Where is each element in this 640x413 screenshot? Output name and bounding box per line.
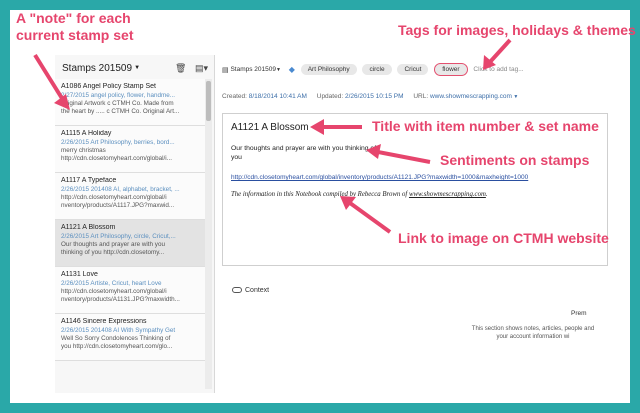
note-item-date: 2/26/2015: [61, 139, 90, 146]
note-item-line: http://cdn.closetomyheart.com/global/i: [61, 194, 167, 201]
annotation-title: Title with item number & set name: [372, 118, 599, 134]
credit-end: .: [485, 191, 488, 198]
trash-icon[interactable]: 🗑: [175, 63, 186, 73]
note-list-item[interactable]: A1146 Sincere Expressions 2/26/2015 20140…: [55, 314, 205, 361]
note-editor-panel: ▤ Stamps 201509 ▼ ◆ Art Philosophy circl…: [216, 55, 610, 393]
view-options-icon[interactable]: ▤▾: [195, 63, 208, 73]
chevron-down-icon: ▼: [511, 94, 519, 100]
note-item-line: Original Artwork c CTMH Co. Made from: [61, 100, 174, 107]
created-value[interactable]: 8/18/2014 10:41 AM: [249, 93, 307, 100]
note-item-line: thinking of you http://cdn.closetomy...: [61, 249, 165, 256]
note-link[interactable]: http://cdn.closetomyheart.com/global/inv…: [231, 174, 528, 181]
annotation-line: A "note" for each: [16, 10, 131, 26]
annotation-note-per-set: A "note" for each current stamp set: [16, 10, 133, 44]
note-item-line: http://cdn.closetomyheart.com/global/i: [61, 288, 167, 295]
notebook-name: Stamps 201509: [62, 63, 133, 74]
note-list-item[interactable]: A1121 A Blossom 2/26/2015 Art Philosophy,…: [55, 220, 205, 267]
tag-chip[interactable]: flower: [434, 63, 468, 76]
url-value[interactable]: www.showmescrapping.com: [430, 93, 512, 100]
context-section[interactable]: Context: [232, 287, 269, 294]
tag-chip[interactable]: Cricut: [397, 64, 429, 75]
note-item-title: A1117 A Typeface: [61, 177, 117, 184]
credit-mid: compiled by Rebecca Brown of: [322, 191, 409, 198]
note-item-line: http://cdn.closetomyheart.com/global/i..…: [61, 155, 172, 162]
note-item-snippet: 2/26/2015 Art Philosophy, circle, Cricut…: [61, 233, 199, 257]
note-item-snippet: 2/26/2015 Artiste, Cricut, heart Love htt…: [61, 280, 199, 304]
note-item-line: you http://cdn.closetomyheart.com/glo...: [61, 343, 173, 350]
scroll-thumb[interactable]: [206, 81, 211, 121]
note-item-title: A1115 A Holiday: [61, 130, 112, 137]
note-item-tags: Art Philosophy, circle, Cricut,...: [90, 233, 176, 240]
annotation-tags: Tags for images, holidays & themes: [398, 22, 636, 38]
note-item-tags: Artiste, Cricut, heart Love: [90, 280, 162, 287]
note-list-panel: Stamps 201509 ▼ 🗑 ▤▾ A1086 Angel Policy S…: [55, 55, 215, 393]
note-item-title: A1086 Angel Policy Stamp Set: [61, 83, 156, 90]
note-item-date: 2/26/2015: [61, 186, 90, 193]
note-item-tags: 201408 AI With Sympathy Get: [90, 327, 176, 334]
note-body[interactable]: Our thoughts and prayer are with you thi…: [231, 144, 381, 162]
note-item-snippet: 2/26/2015 201408 AI With Sympathy Get Wel…: [61, 327, 199, 351]
notebook-selector[interactable]: Stamps 201509 ▼: [62, 63, 140, 74]
note-list: A1086 Angel Policy Stamp Set 2/27/2015 an…: [55, 79, 205, 361]
add-tag-input[interactable]: Click to add tag...: [473, 66, 523, 73]
annotation-link: Link to image on CTMH website: [398, 230, 609, 246]
chevron-down-icon: ▼: [275, 66, 281, 73]
note-list-item[interactable]: A1086 Angel Policy Stamp Set 2/27/2015 an…: [55, 79, 205, 126]
note-item-date: 2/26/2015: [61, 327, 90, 334]
note-list-item[interactable]: A1117 A Typeface 2/26/2015 201408 AI, alp…: [55, 173, 205, 220]
note-metadata: Created: 8/18/2014 10:41 AM Updated: 2/2…: [222, 93, 518, 100]
context-label: Context: [245, 287, 270, 294]
note-item-snippet: 2/27/2015 angel policy, flower, handme..…: [61, 92, 199, 116]
note-item-line: the heart by ..... c CTMH Co. Original A…: [61, 108, 180, 115]
url-label: URL:: [413, 93, 429, 100]
note-list-item[interactable]: A1131 Love 2/26/2015 Artiste, Cricut, hea…: [55, 267, 205, 314]
annotation-line: current stamp set: [16, 27, 134, 43]
premium-label: Prem: [571, 310, 587, 317]
tag-chip[interactable]: circle: [362, 64, 392, 75]
notebook-icon: ▤: [222, 66, 229, 74]
note-item-tags: Art Philosophy, berries, bord...: [90, 139, 175, 146]
note-item-title: A1146 Sincere Expressions: [61, 318, 147, 325]
note-list-item[interactable]: A1115 A Holiday 2/26/2015 Art Philosophy,…: [55, 126, 205, 173]
note-toolbar: ▤ Stamps 201509 ▼ ◆ Art Philosophy circl…: [222, 63, 524, 77]
credit-site-link[interactable]: www.showmescrapping.com: [409, 191, 486, 198]
note-item-line: merry christmas: [61, 147, 106, 154]
annotation-sentiments: Sentiments on stamps: [440, 152, 590, 168]
credit-prefix: The information in this Notebook: [231, 191, 323, 198]
note-item-line: nventory/products/A1117.JPG?maxwid...: [61, 202, 175, 209]
tag-icon: ◆: [288, 65, 295, 74]
note-item-snippet: 2/26/2015 Art Philosophy, berries, bord.…: [61, 139, 199, 163]
scrollbar[interactable]: [205, 79, 212, 389]
chevron-down-icon: ▼: [134, 65, 141, 72]
note-item-title: A1121 A Blossom: [61, 224, 116, 231]
note-item-snippet: 2/26/2015 201408 AI, alphabet, bracket, …: [61, 186, 199, 210]
updated-value[interactable]: 2/26/2015 10:15 PM: [345, 93, 404, 100]
context-info: This section shows notes, articles, peop…: [456, 325, 610, 341]
note-item-tags: angel policy, flower, handme...: [90, 92, 176, 99]
tag-chip[interactable]: Art Philosophy: [300, 64, 357, 75]
note-title[interactable]: A1121 A Blossom: [231, 122, 309, 133]
note-credit: The information in this Notebook compile…: [231, 191, 488, 198]
note-notebook-selector[interactable]: Stamps 201509: [230, 66, 276, 73]
note-item-tags: 201408 AI, alphabet, bracket, ...: [90, 186, 180, 193]
context-info-line1: This section shows notes, articles, peop…: [471, 326, 595, 332]
list-header-icons: 🗑 ▤▾: [169, 63, 208, 74]
note-item-line: nventory/products/A1131.JPG?maxwidth...: [61, 296, 180, 303]
note-item-date: 2/26/2015: [61, 233, 90, 240]
note-item-line: Well So Sorry Condolences Thinking of: [61, 335, 171, 342]
note-item-date: 2/26/2015: [61, 280, 90, 287]
context-info-line2: your account information wi: [496, 334, 570, 340]
note-item-title: A1131 Love: [61, 271, 98, 278]
note-item-line: Our thoughts and prayer are with you: [61, 241, 165, 248]
context-icon: [232, 287, 242, 294]
created-label: Created:: [222, 93, 247, 100]
note-item-date: 2/27/2015: [61, 92, 90, 99]
updated-label: Updated:: [316, 93, 344, 100]
